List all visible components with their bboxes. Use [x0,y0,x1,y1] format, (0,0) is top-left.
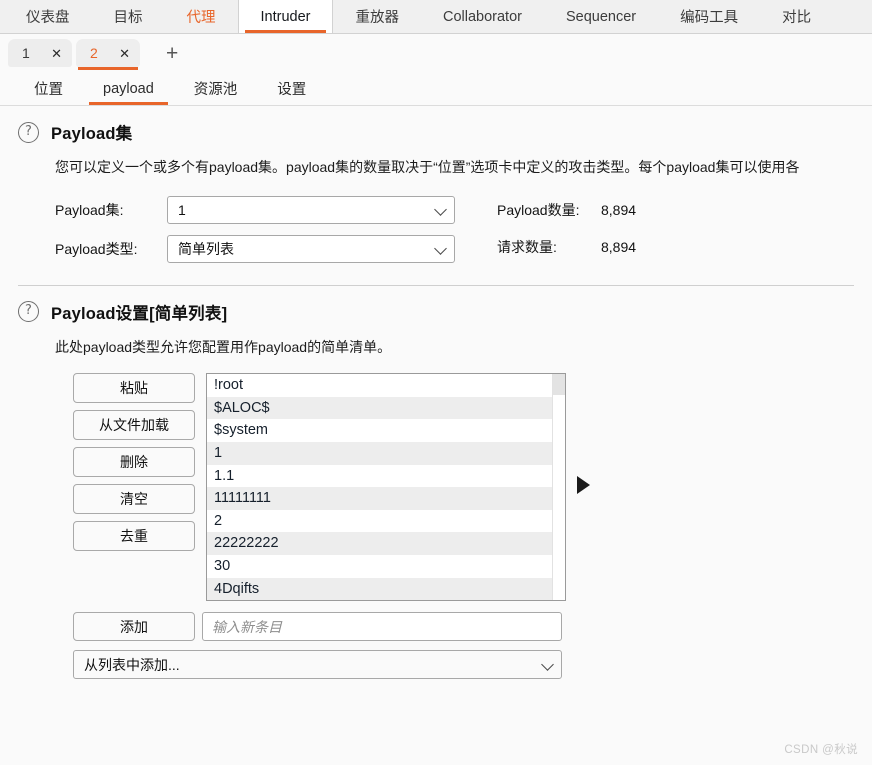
payload-action-buttons: 粘贴 从文件加载 删除 清空 去重 [73,373,195,552]
list-item[interactable]: 1.1 [207,464,552,488]
payload-set-row: Payload集: 1 [55,195,455,224]
nav-tab-label: 目标 [113,10,143,26]
watermark: CSDN @秋说 [784,744,858,756]
help-icon[interactable]: ? [18,121,39,143]
nav-tab-repeater[interactable]: 重放器 [333,0,421,33]
list-item[interactable]: $system [207,419,552,442]
sub-tab-settings[interactable]: 设置 [257,72,326,105]
main-navigation-bar: 仪表盘 目标 代理 Intruder 重放器 Collaborator Sequ… [0,0,872,34]
payload-set-select[interactable]: 1 [167,195,455,224]
add-tab-icon[interactable]: + [158,43,186,64]
payload-sets-title: Payload集 [51,125,133,143]
request-count-label: 请求数量: [497,238,557,255]
payload-type-value: 简单列表 [178,240,234,257]
attack-tab-label: 2 [90,45,98,61]
nav-tab-label: 对比 [782,10,812,26]
request-count-value: 8,894 [601,238,637,255]
payload-list-items: !root $ALOC$ $system 1 1.1 11111111 2 22… [207,374,552,601]
sub-tab-payload[interactable]: payload [83,72,174,105]
payload-count-value: 8,894 [601,201,637,218]
clear-button[interactable]: 清空 [73,484,195,515]
sub-tab-bar: 位置 payload 资源池 设置 [0,72,872,106]
scrollbar-thumb[interactable] [553,374,565,396]
chevron-down-icon [434,202,447,216]
chevron-down-icon [541,657,554,671]
help-icon[interactable]: ? [18,301,39,323]
nav-tab-label: Intruder [260,8,311,25]
paste-button[interactable]: 粘贴 [73,373,195,404]
payload-settings-description: 此处payload类型允许您配置用作payload的简单清单。 [55,338,392,355]
sub-tab-label: payload [103,80,154,97]
deduplicate-button[interactable]: 去重 [73,521,195,552]
payload-sets-section: ? Payload集 您可以定义一个或多个有payload集。payload集的… [0,106,872,263]
nav-tab-label: 编码工具 [680,10,739,26]
attack-tab-bar: 1 ✕ 2 ✕ + [0,34,872,72]
payload-add-row: 添加 [73,612,854,642]
chevron-down-icon [434,241,447,255]
payload-counts: Payload数量: 8,894 请求数量: 8,894 [497,196,636,257]
nav-tab-proxy[interactable]: 代理 [165,0,238,33]
attack-tab-2[interactable]: 2 ✕ [76,39,140,70]
payload-settings-header: ? Payload设置[简单列表] [18,286,854,324]
sub-tab-positions[interactable]: 位置 [14,72,83,105]
payload-sets-selectors: Payload集: 1 Payload类型: 简单列表 [55,195,455,263]
payload-count-row: Payload数量: 8,894 [497,200,636,220]
list-item[interactable]: $ALOC$ [207,396,552,420]
remove-button[interactable]: 删除 [73,447,195,478]
list-item[interactable]: 2 [207,509,552,533]
payload-settings-title: Payload设置[简单列表] [51,304,228,323]
list-item[interactable]: 30 [207,554,552,578]
load-from-file-button[interactable]: 从文件加载 [73,410,195,441]
payload-add-area: 添加 从列表中添加... [73,612,854,680]
nav-tab-collaborator[interactable]: Collaborator [421,0,544,33]
payload-sets-header: ? Payload集 [18,106,854,144]
close-icon[interactable]: ✕ [51,47,62,60]
payload-list-block: 粘贴 从文件加载 删除 清空 去重 !root $ALOC$ $system 1… [73,373,854,602]
play-arrow-icon[interactable] [577,476,590,495]
payload-content-area: ? Payload集 您可以定义一个或多个有payload集。payload集的… [0,106,872,765]
close-icon[interactable]: ✕ [119,47,130,60]
payload-list[interactable]: !root $ALOC$ $system 1 1.1 11111111 2 22… [206,373,566,602]
sub-tab-label: 设置 [277,82,307,98]
sub-tab-resource-pool[interactable]: 资源池 [174,72,258,105]
nav-tab-label: Sequencer [565,8,637,25]
add-button[interactable]: 添加 [73,612,195,642]
attack-tab-label: 1 [22,45,30,61]
nav-tab-target[interactable]: 目标 [92,0,165,33]
payload-list-scrollbar[interactable] [552,374,565,601]
nav-tab-comparer[interactable]: 对比 [760,0,833,33]
nav-tab-intruder[interactable]: Intruder [237,0,334,33]
list-item[interactable]: 1 [207,441,552,465]
payload-set-label: Payload集: [55,201,124,218]
nav-tab-decoder[interactable]: 编码工具 [658,0,760,33]
add-from-list-label: 从列表中添加... [84,656,180,673]
payload-count-label: Payload数量: [497,201,580,218]
payload-sets-form: Payload集: 1 Payload类型: 简单列表 Payload数量: 8… [55,195,854,263]
nav-tab-label: 重放器 [355,10,399,26]
sub-tab-label: 资源池 [193,82,238,98]
nav-tab-label: 代理 [186,10,216,26]
list-item[interactable]: 22222222 [207,532,552,555]
new-item-input[interactable] [202,612,562,642]
attack-tab-1[interactable]: 1 ✕ [8,39,72,67]
nav-tab-dashboard[interactable]: 仪表盘 [4,0,92,33]
nav-tab-label: 仪表盘 [26,10,70,26]
payload-type-label: Payload类型: [55,240,138,257]
nav-tab-label: Collaborator [442,8,522,25]
list-item[interactable]: 11111111 [207,487,552,510]
nav-tab-sequencer[interactable]: Sequencer [544,0,658,33]
payload-settings-section: ? Payload设置[简单列表] 此处payload类型允许您配置用作payl… [0,286,872,680]
list-item[interactable]: !root [207,374,552,397]
payload-type-select[interactable]: 简单列表 [167,234,455,263]
request-count-row: 请求数量: 8,894 [497,237,636,257]
sub-tab-label: 位置 [34,82,63,98]
payload-type-row: Payload类型: 简单列表 [55,234,455,263]
add-from-list-select[interactable]: 从列表中添加... [73,650,562,680]
payload-sets-description: 您可以定义一个或多个有payload集。payload集的数量取决于“位置”选项… [55,159,800,175]
list-item[interactable]: 4Dqifts [207,577,552,601]
payload-set-value: 1 [178,201,186,218]
